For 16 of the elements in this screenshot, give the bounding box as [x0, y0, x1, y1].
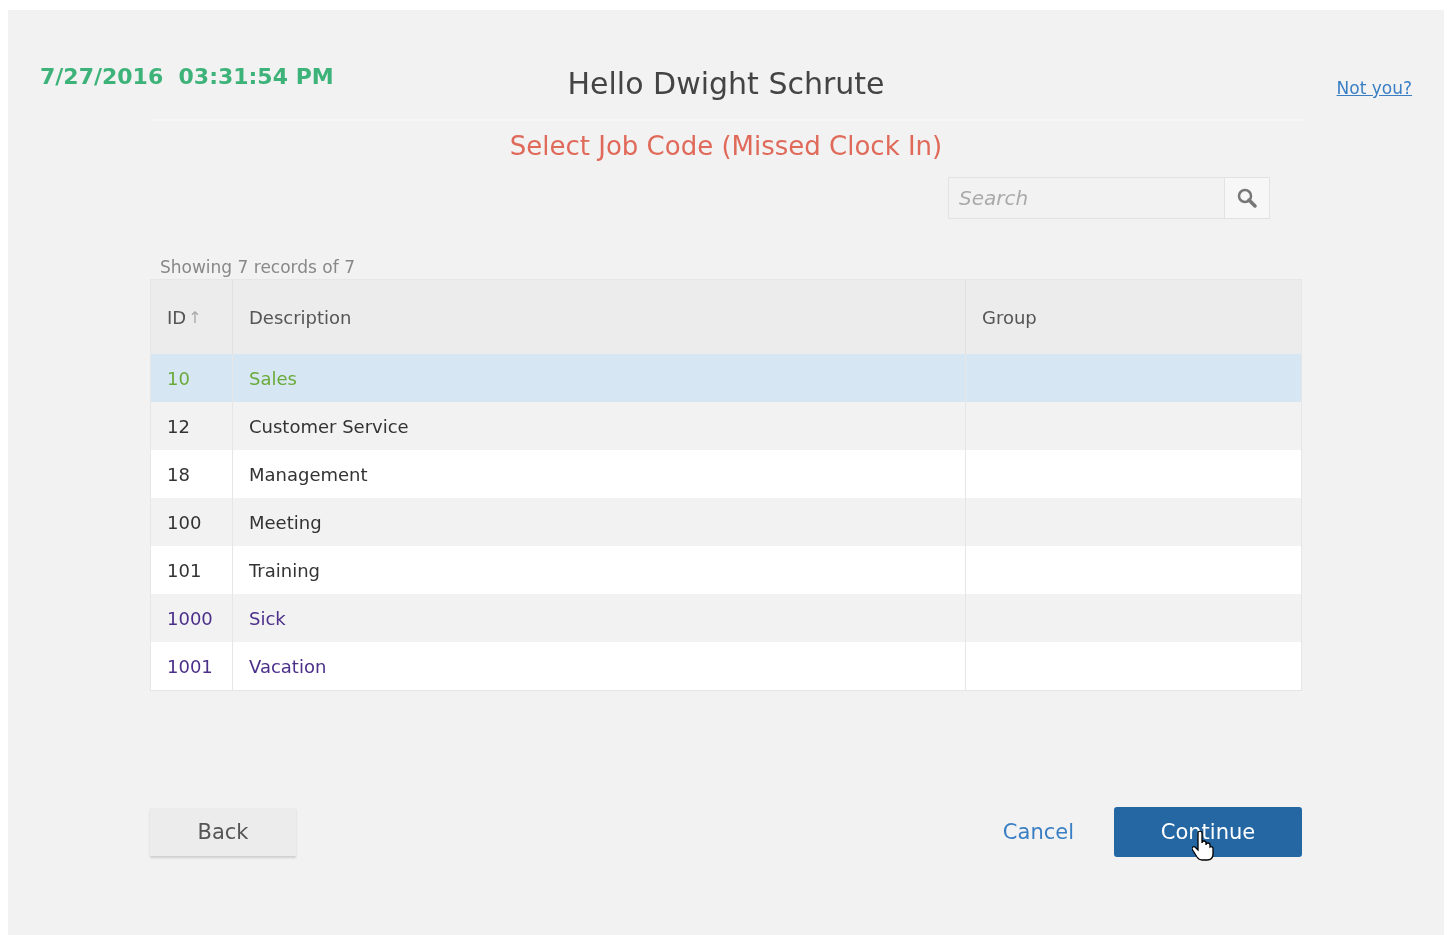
- table-row[interactable]: 100 Meeting: [151, 498, 1301, 546]
- date-time: 7/27/2016 03:31:54 PM: [40, 63, 335, 89]
- not-you-link[interactable]: Not you?: [1336, 60, 1412, 98]
- page-subtitle: Select Job Code (Missed Clock In): [508, 131, 944, 161]
- table-row[interactable]: 1000 Sick: [151, 594, 1301, 642]
- records-summary: Showing 7 records of 7: [160, 257, 356, 277]
- back-button[interactable]: Back: [150, 808, 296, 856]
- cancel-button[interactable]: Cancel: [996, 819, 1080, 845]
- greeting: Hello Dwight Schrute: [567, 65, 885, 101]
- column-header[interactable]: Group: [966, 280, 1301, 354]
- search-icon: [1236, 187, 1258, 209]
- search-field[interactable]: Search: [948, 177, 1224, 219]
- table-cell: 1001: [151, 642, 233, 690]
- table-cell: Vacation: [233, 642, 966, 690]
- search-button[interactable]: [1224, 177, 1270, 219]
- table-row[interactable]: 12 Customer Service: [151, 402, 1301, 450]
